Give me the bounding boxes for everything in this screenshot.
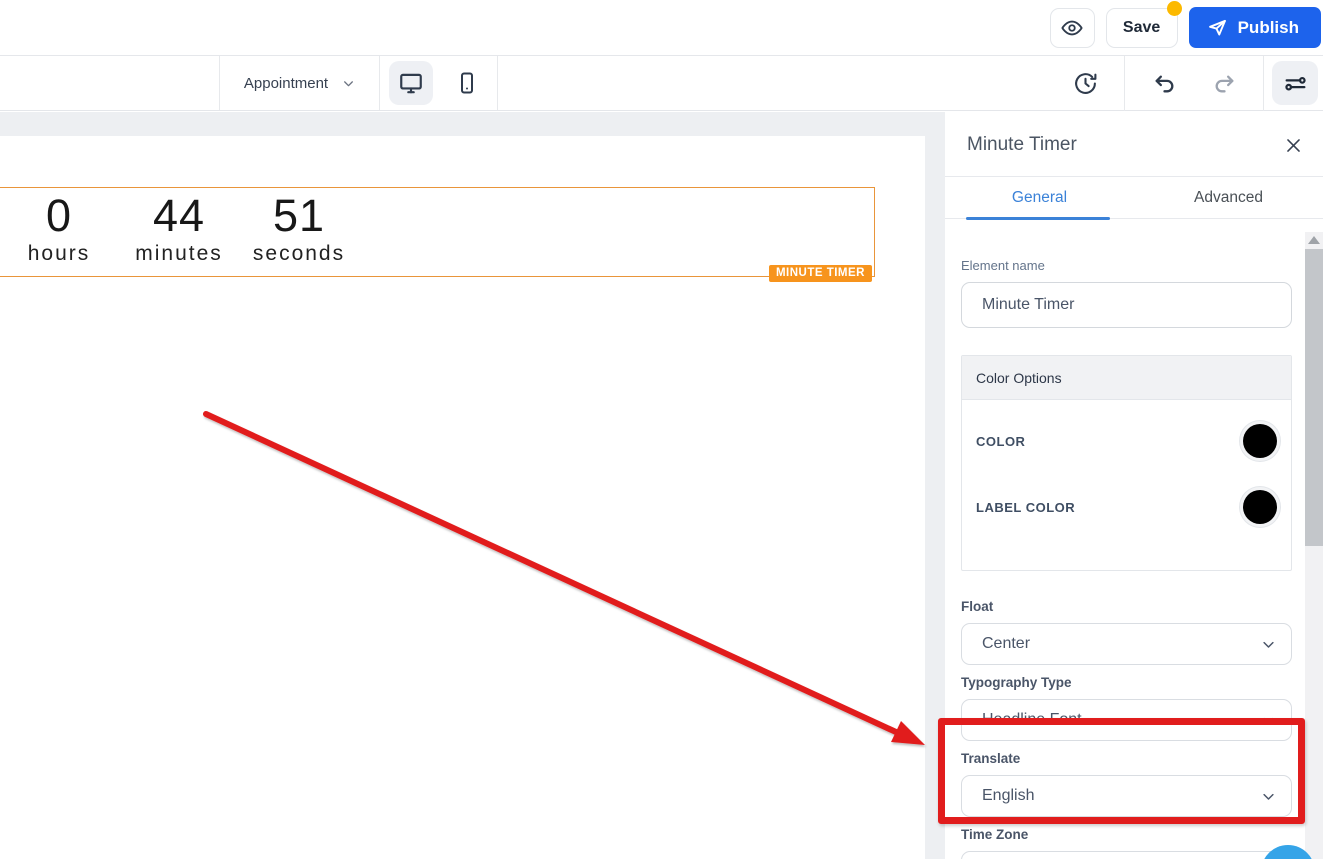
x-icon (1284, 136, 1303, 155)
eye-icon (1061, 17, 1083, 39)
chevron-down-icon (1261, 713, 1276, 728)
float-field-group: Float Center (961, 599, 1292, 665)
timer-minutes-label: minutes (135, 242, 223, 265)
scrollbar-thumb[interactable] (1305, 249, 1323, 546)
panel-scrollbar[interactable] (1305, 232, 1323, 859)
page-builder: Save Publish Appointment 0 hours 44 minu… (0, 0, 1323, 859)
mobile-view-button[interactable] (445, 61, 489, 105)
float-label: Float (961, 599, 994, 614)
translate-field-group: Translate English (961, 751, 1292, 817)
label-color-label: LABEL COLOR (976, 499, 1076, 515)
builder-toolbar: Appointment (0, 55, 1323, 111)
tab-advanced[interactable]: Advanced (1134, 177, 1323, 218)
timer-seconds-label: seconds (252, 242, 346, 265)
timer-hours: 0 hours (0, 192, 119, 266)
float-select-value: Center (982, 635, 1031, 652)
color-swatch[interactable] (1243, 424, 1277, 458)
timer-minutes: 44 minutes (119, 192, 239, 266)
send-icon (1207, 17, 1228, 38)
scrollbar-up-arrow[interactable] (1308, 236, 1320, 244)
publish-button[interactable]: Publish (1188, 7, 1321, 48)
preview-button[interactable] (1049, 7, 1095, 48)
toolbar-flex-spacer (498, 56, 1060, 110)
timer-seconds: 51 seconds (239, 192, 359, 266)
element-name-label: Element name (961, 258, 1045, 273)
timer-seconds-value: 51 (272, 190, 326, 241)
timer-minutes-value: 44 (152, 190, 206, 241)
color-options-header: Color Options (962, 356, 1291, 400)
chevron-down-icon (1261, 789, 1276, 804)
chevron-down-icon (1261, 637, 1276, 652)
color-row: COLOR (976, 408, 1277, 474)
panel-tabs: General Advanced (945, 176, 1323, 220)
timer-hours-value: 0 (45, 190, 73, 241)
typography-select[interactable]: Headline Font (961, 699, 1292, 741)
selected-element-badge: MINUTE TIMER (768, 265, 872, 282)
panel-header: Minute Timer (945, 112, 1323, 156)
timer-hours-label: hours (27, 242, 91, 265)
tab-general[interactable]: General (945, 177, 1134, 220)
timer-row: 0 hours 44 minutes 51 seconds (0, 188, 874, 266)
save-button-wrap: Save (1105, 0, 1182, 48)
redo-icon (1212, 71, 1237, 96)
publish-label: Publish (1237, 17, 1299, 37)
undo-icon (1152, 71, 1177, 96)
panel-title: Minute Timer (967, 134, 1077, 155)
label-color-row: LABEL COLOR (976, 474, 1277, 540)
float-select[interactable]: Center (961, 623, 1292, 665)
timezone-select[interactable] (961, 851, 1292, 859)
label-color-swatch[interactable] (1243, 490, 1277, 524)
typography-select-value: Headline Font (982, 711, 1082, 728)
page-selector-label: Appointment (243, 74, 329, 92)
phone-icon (455, 71, 479, 95)
typography-label: Typography Type (961, 675, 1072, 690)
color-options-body: COLOR LABEL COLOR (962, 400, 1291, 570)
undo-redo-group (1125, 56, 1263, 111)
close-panel-button[interactable] (1284, 136, 1303, 155)
page-canvas[interactable]: 0 hours 44 minutes 51 seconds MINUTE TIM… (0, 136, 925, 859)
timezone-label: Time Zone (961, 827, 1029, 842)
sliders-icon (1283, 71, 1308, 96)
translate-select[interactable]: English (961, 775, 1292, 817)
color-options-card: Color Options COLOR LABEL COLOR (961, 355, 1292, 571)
version-history-button[interactable] (1060, 56, 1110, 111)
redo-button[interactable] (1199, 56, 1249, 111)
page-selector-dropdown[interactable]: Appointment (220, 56, 380, 110)
clock-history-icon (1073, 71, 1098, 96)
topbar: Save Publish (0, 0, 1323, 56)
element-name-input[interactable] (961, 282, 1292, 328)
page-settings-button[interactable] (1272, 61, 1318, 105)
canvas-region: 0 hours 44 minutes 51 seconds MINUTE TIM… (0, 112, 945, 859)
toolbar-right-group (1060, 55, 1323, 111)
monitor-icon (398, 70, 424, 96)
unsaved-changes-dot (1166, 0, 1182, 16)
toolbar-divider (1263, 55, 1264, 111)
timezone-field-group: Time Zone (961, 827, 1292, 859)
minute-timer-element[interactable]: 0 hours 44 minutes 51 seconds MINUTE TIM… (0, 187, 875, 282)
typography-field-group: Typography Type Headline Font (961, 675, 1292, 741)
element-settings-panel: Minute Timer General Advanced Element na… (945, 112, 1323, 859)
color-label: COLOR (976, 433, 1026, 449)
desktop-view-button[interactable] (388, 61, 433, 105)
save-button[interactable]: Save (1105, 7, 1178, 48)
chevron-down-icon (342, 77, 355, 90)
toolbar-left-spacer (0, 56, 220, 110)
translate-label: Translate (961, 751, 1021, 766)
undo-button[interactable] (1139, 56, 1189, 111)
panel-body: Element name Color Options COLOR LABEL C… (945, 219, 1323, 859)
device-toggle-group (380, 56, 498, 110)
translate-select-value: English (982, 787, 1035, 804)
